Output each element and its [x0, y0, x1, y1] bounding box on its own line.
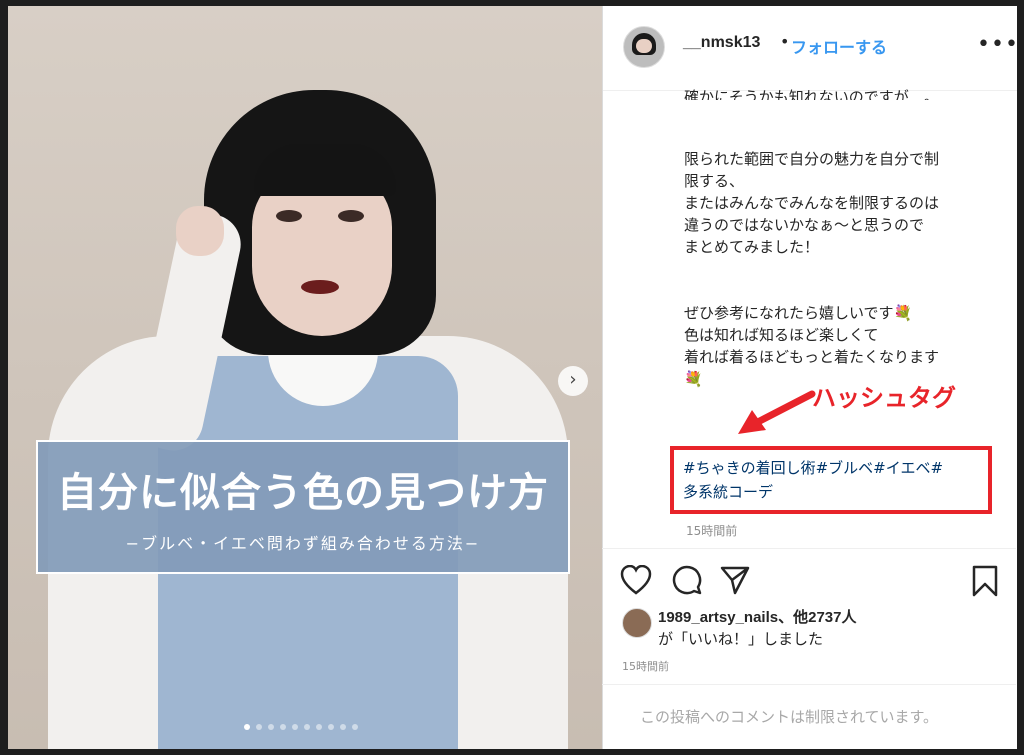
- caption-line: 限する、: [684, 172, 745, 190]
- banner-subtitle: −ブルベ・イエベ問わず組み合わせる方法−: [125, 534, 481, 553]
- hashtag-line[interactable]: #ちゃきの着回し術#ブルベ#イエベ#: [683, 456, 983, 480]
- carousel-dot: [292, 724, 298, 730]
- author-avatar[interactable]: [623, 26, 665, 68]
- image-hand: [176, 206, 224, 256]
- likes-suffix: が「いいね！」しました: [658, 630, 824, 648]
- carousel-dot: [328, 724, 334, 730]
- more-options-icon[interactable]: •••: [977, 32, 1019, 57]
- image-lips: [301, 280, 339, 294]
- post-timestamp: 15時間前: [622, 660, 669, 673]
- avatar-face: [636, 39, 652, 53]
- post-header: __nmsk13 • フォローする •••: [603, 6, 1019, 91]
- hashtag-annotation-label: ハッシュタグ: [812, 384, 956, 412]
- carousel-dot: [268, 724, 274, 730]
- caption-line: 着れば着るほどもっと着たくなります: [684, 348, 940, 366]
- post-image[interactable]: 自分に似合う色の見つけ方 −ブルベ・イエベ問わず組み合わせる方法− ›: [8, 6, 602, 749]
- likes-summary[interactable]: 1989_artsy_nails、他2737人: [658, 606, 856, 627]
- instagram-post-window: 自分に似合う色の見つけ方 −ブルベ・イエベ問わず組み合わせる方法− › __nm…: [0, 0, 1024, 755]
- title-banner: 自分に似合う色の見つけ方 −ブルベ・イエベ問わず組み合わせる方法−: [36, 440, 570, 574]
- liker-avatar[interactable]: [622, 608, 652, 638]
- follow-button[interactable]: フォローする: [791, 34, 887, 58]
- caption-paragraph-1: 限られた範囲で自分の魅力を自分で制 限する、 またはみんなでみんなを制限するのは…: [684, 148, 994, 258]
- carousel-dot: [352, 724, 358, 730]
- caption-line: 限られた範囲で自分の魅力を自分で制: [684, 150, 940, 168]
- chevron-right-icon: ›: [569, 369, 577, 390]
- bookmark-icon[interactable]: [972, 565, 998, 597]
- caption-paragraph-2: ぜひ参考になれたら嬉しいです💐 色は知れば知るほど楽しくて 着れば着るほどもっと…: [684, 302, 994, 390]
- caption-line: まとめてみました！: [684, 238, 820, 256]
- carousel-dots: [244, 724, 358, 730]
- caption-line: またはみんなでみんなを制限するのは: [684, 194, 940, 212]
- carousel-dot: [316, 724, 322, 730]
- comments-disabled-notice: この投稿へのコメントは制限されています。: [640, 708, 939, 726]
- image-bangs: [254, 144, 396, 196]
- heart-icon[interactable]: [620, 565, 652, 595]
- comment-icon[interactable]: [672, 565, 702, 595]
- hashtag-line[interactable]: 多系統コーデ: [683, 480, 983, 504]
- caption-line: ぜひ参考になれたら嬉しいです💐: [684, 304, 913, 322]
- caption-line: 色は知れば知るほど楽しくて: [684, 326, 879, 344]
- image-eye-left: [276, 210, 302, 222]
- carousel-dot: [256, 724, 262, 730]
- carousel-dot: [280, 724, 286, 730]
- caption-line: 違うのではないかなぁ〜と思うので: [684, 216, 925, 234]
- image-eye-right: [338, 210, 364, 222]
- annotation-arrow-icon: [738, 390, 816, 434]
- next-image-button[interactable]: ›: [558, 366, 588, 396]
- banner-title: 自分に似合う色の見つけ方: [57, 469, 549, 516]
- header-separator: •: [780, 32, 790, 51]
- share-icon[interactable]: [720, 565, 750, 595]
- action-bar: [602, 548, 1016, 611]
- caption-timestamp: 15時間前: [686, 524, 738, 538]
- author-username[interactable]: __nmsk13: [683, 34, 760, 52]
- caption-hashtags[interactable]: #ちゃきの着回し術#ブルベ#イエベ# 多系統コーデ: [683, 456, 983, 504]
- carousel-dot: [244, 724, 250, 730]
- carousel-dot: [340, 724, 346, 730]
- carousel-dot: [304, 724, 310, 730]
- caption-cut-line: 確かにそうかも知れないのですが…。: [684, 88, 939, 100]
